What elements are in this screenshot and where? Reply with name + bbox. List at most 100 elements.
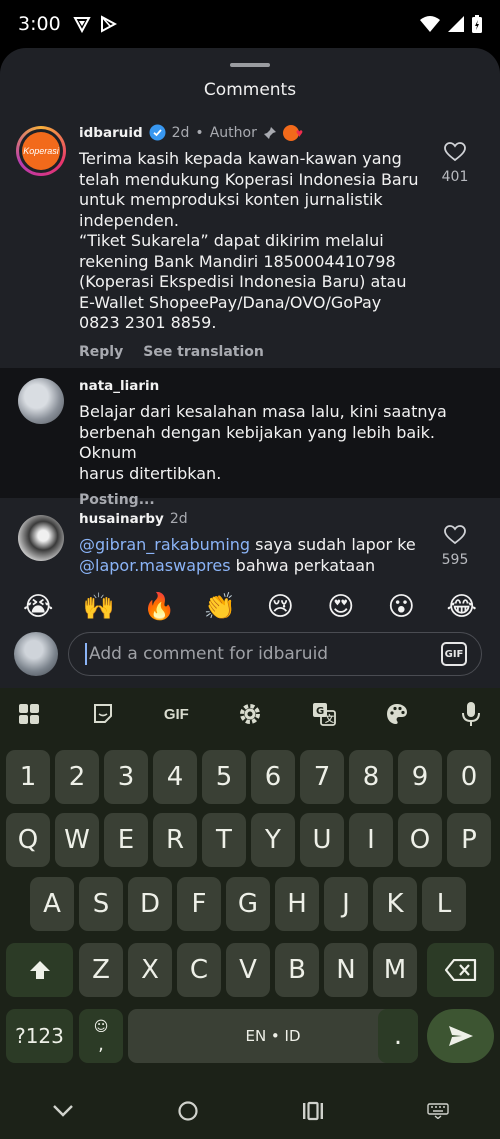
system-nav-bar	[0, 1083, 500, 1139]
shift-key[interactable]	[6, 943, 73, 997]
key-8[interactable]: 8	[349, 750, 393, 804]
svg-text:文: 文	[324, 713, 335, 725]
backspace-key[interactable]	[427, 943, 494, 997]
keyboard-gif-button[interactable]: GIF	[159, 697, 193, 731]
key-t[interactable]: T	[202, 813, 246, 867]
key-e[interactable]: E	[104, 813, 148, 867]
key-d[interactable]: D	[128, 877, 172, 931]
recents-icon[interactable]	[302, 1101, 324, 1121]
emoji-crying-button[interactable]: 😭	[18, 592, 58, 622]
emoji-fire-button[interactable]: 🔥	[139, 592, 179, 622]
key-7[interactable]: 7	[300, 750, 344, 804]
hide-keyboard-chevron-icon[interactable]	[52, 1104, 74, 1118]
sheet-title: Comments	[203, 80, 297, 100]
comment-text: Terima kasih kepada kawan-kawan yang tel…	[79, 149, 419, 332]
key-1[interactable]: 1	[6, 750, 50, 804]
key-p[interactable]: P	[447, 813, 491, 867]
svg-text:G: G	[316, 706, 324, 717]
key-b[interactable]: B	[275, 943, 319, 997]
key-5[interactable]: 5	[202, 750, 246, 804]
comment-username[interactable]: idbaruid	[79, 125, 143, 141]
emoji-sad-button[interactable]: 😢	[260, 592, 300, 622]
theme-palette-icon[interactable]	[380, 697, 414, 731]
microphone-icon[interactable]	[454, 697, 488, 731]
keyboard-row-bottom: ?123 ☺ , EN • ID .	[0, 1009, 500, 1063]
key-s[interactable]: S	[79, 877, 123, 931]
reply-button[interactable]: Reply	[79, 344, 123, 360]
comment-item: Koperasi idbaruid 2d • Author ♥ Terima k…	[0, 118, 500, 363]
key-k[interactable]: K	[373, 877, 417, 931]
sheet-drag-handle[interactable]	[230, 63, 270, 67]
key-2[interactable]: 2	[55, 750, 99, 804]
key-j[interactable]: J	[324, 877, 368, 931]
key-q[interactable]: Q	[6, 813, 50, 867]
keyboard-switch-icon[interactable]	[426, 1103, 449, 1119]
like-button[interactable]: 595	[430, 525, 480, 568]
settings-gear-icon[interactable]	[233, 697, 267, 731]
emoji-comma-key[interactable]: ☺ ,	[79, 1009, 123, 1063]
translate-icon[interactable]: G文	[307, 697, 341, 731]
key-n[interactable]: N	[324, 943, 368, 997]
emoji-heart-eyes-button[interactable]: 😍	[321, 592, 361, 622]
emoji-quick-row: 😭 🙌 🔥 👏 😢 😍 😮 😂	[0, 584, 500, 630]
key-w[interactable]: W	[55, 813, 99, 867]
key-m[interactable]: M	[373, 943, 417, 997]
key-4[interactable]: 4	[153, 750, 197, 804]
avatar[interactable]: Koperasi	[16, 126, 66, 176]
home-circle-icon[interactable]	[177, 1100, 199, 1122]
key-l[interactable]: L	[422, 877, 466, 931]
see-translation-button[interactable]: See translation	[143, 344, 264, 360]
heart-icon	[444, 525, 466, 545]
comment-username[interactable]: husainarby	[79, 511, 164, 527]
comment-text: Belajar dari kesalahan masa lalu, kini s…	[79, 402, 447, 483]
emoji-raised-hands-button[interactable]: 🙌	[79, 592, 119, 622]
like-button[interactable]: 401	[430, 142, 480, 185]
sticker-icon[interactable]	[86, 697, 120, 731]
comment-input-row: Add a comment for idbaruid GIF	[0, 630, 500, 680]
key-h[interactable]: H	[275, 877, 319, 931]
key-v[interactable]: V	[226, 943, 270, 997]
key-3[interactable]: 3	[104, 750, 148, 804]
key-x[interactable]: X	[128, 943, 172, 997]
emoji-surprised-button[interactable]: 😮	[381, 592, 421, 622]
apps-grid-icon[interactable]	[12, 697, 46, 731]
keyboard-row-z: Z X C V B N M	[0, 943, 500, 997]
emoji-laughing-button[interactable]: 😂	[442, 592, 482, 622]
keyboard-row-numbers: 1 2 3 4 5 6 7 8 9 0	[0, 750, 500, 804]
key-o[interactable]: O	[398, 813, 442, 867]
mention-link[interactable]: @lapor.maswapres	[79, 556, 231, 575]
vpn-icon	[72, 17, 91, 33]
space-key[interactable]: EN • ID	[128, 1009, 418, 1063]
key-r[interactable]: R	[153, 813, 197, 867]
key-a[interactable]: A	[30, 877, 74, 931]
key-c[interactable]: C	[177, 943, 221, 997]
verified-badge-icon	[149, 124, 166, 141]
comment-username[interactable]: nata_liarin	[79, 378, 159, 394]
gif-button[interactable]: GIF	[441, 642, 467, 666]
text-cursor	[85, 643, 87, 665]
comment-time: 2d	[171, 124, 190, 141]
key-0[interactable]: 0	[447, 750, 491, 804]
key-6[interactable]: 6	[251, 750, 295, 804]
key-z[interactable]: Z	[79, 943, 123, 997]
backspace-icon	[444, 959, 476, 981]
key-f[interactable]: F	[177, 877, 221, 931]
key-g[interactable]: G	[226, 877, 270, 931]
send-key[interactable]	[427, 1009, 494, 1063]
comment-input[interactable]: Add a comment for idbaruid GIF	[68, 632, 482, 676]
emoji-clap-button[interactable]: 👏	[200, 592, 240, 622]
comment-input-placeholder: Add a comment for idbaruid	[89, 644, 329, 664]
keyboard-toolbar: GIF G文	[0, 688, 500, 740]
key-9[interactable]: 9	[398, 750, 442, 804]
status-time: 3:00	[18, 13, 61, 35]
liked-by-author-icon: ♥	[282, 124, 303, 141]
symbols-key[interactable]: ?123	[6, 1009, 73, 1063]
comment-text-part: bahwa perkataan	[230, 555, 376, 575]
avatar[interactable]	[18, 378, 64, 424]
period-key[interactable]: .	[378, 1009, 418, 1063]
key-i[interactable]: I	[349, 813, 393, 867]
key-u[interactable]: U	[300, 813, 344, 867]
mention-link[interactable]: @gibran_rakabuming	[79, 535, 250, 554]
key-y[interactable]: Y	[251, 813, 295, 867]
avatar[interactable]	[18, 515, 64, 561]
